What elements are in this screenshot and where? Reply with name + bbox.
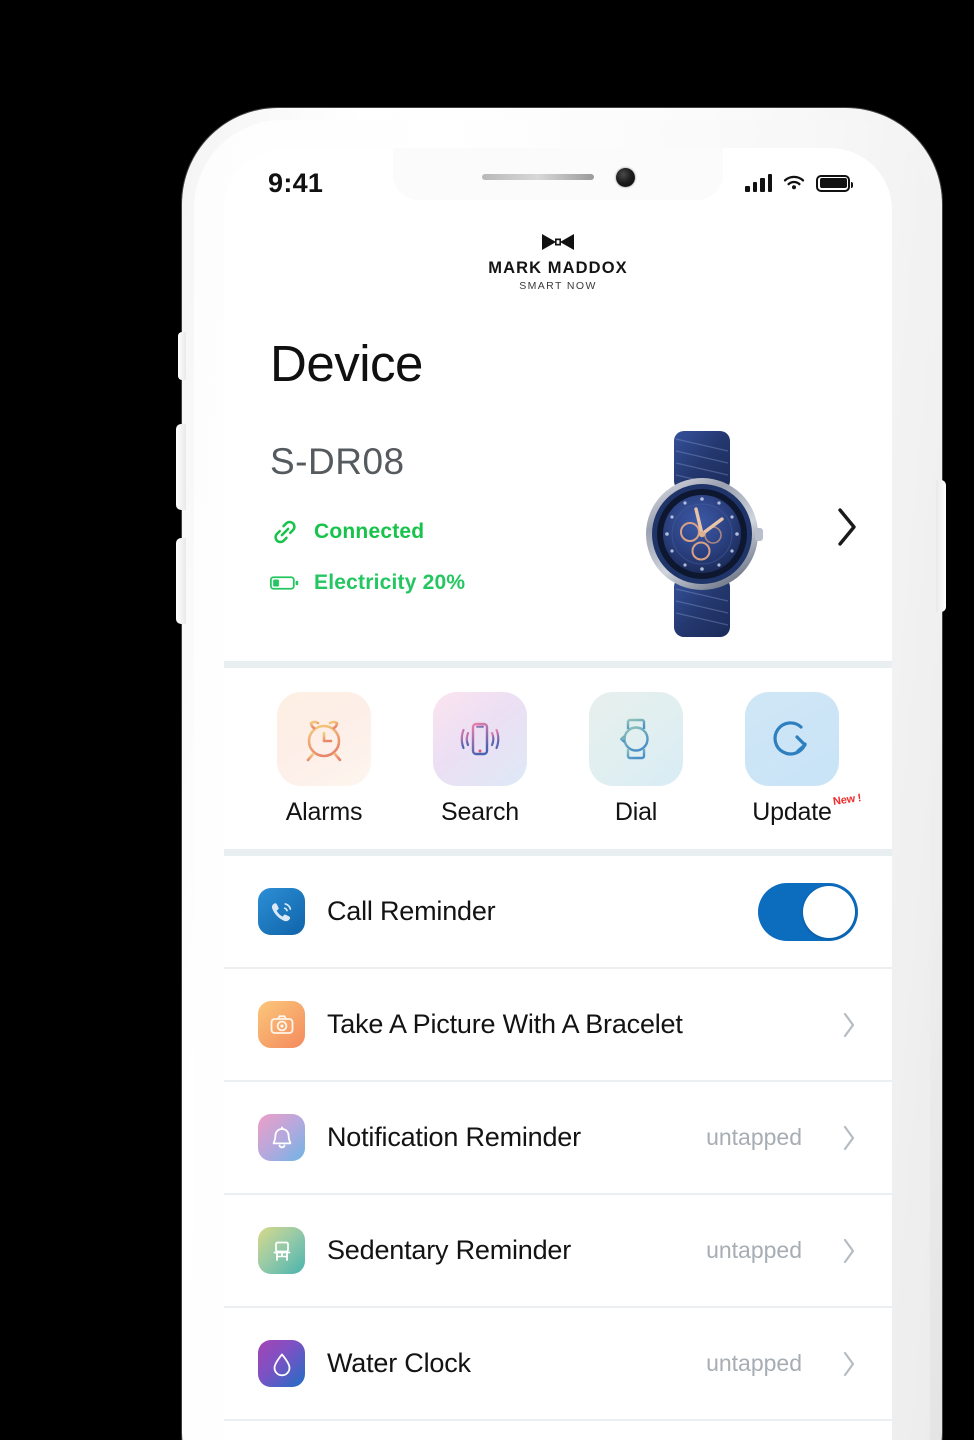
- mark-maddox-bowtie-logo: [542, 234, 574, 250]
- silent-switch-button[interactable]: [178, 332, 186, 380]
- chevron-right-icon[interactable]: [840, 1236, 858, 1266]
- alarm-clock-icon: [306, 720, 342, 762]
- table-row[interactable]: Sedentary Reminder untapped: [224, 1195, 892, 1308]
- refresh-arrow-icon: [773, 721, 807, 756]
- brand-tagline: SMART NOW: [519, 280, 597, 292]
- search-tile: [433, 692, 527, 786]
- battery-icon: [270, 576, 299, 590]
- row-label: Call Reminder: [327, 896, 496, 926]
- table-row[interactable]: Call Reminder: [224, 856, 892, 969]
- device-card[interactable]: S-DR08 Connected Electricity 20%: [224, 393, 892, 661]
- status-indicators: [745, 174, 853, 192]
- device-meta: Connected Electricity 20%: [270, 517, 892, 595]
- camera-icon: [258, 1001, 305, 1048]
- quick-action-search[interactable]: Search: [410, 692, 550, 827]
- quick-action-update[interactable]: Update New !: [722, 692, 862, 827]
- quick-action-alarms[interactable]: Alarms: [254, 692, 394, 827]
- water-drop-icon: [258, 1340, 305, 1387]
- table-row[interactable]: Notification Reminder untapped: [224, 1082, 892, 1195]
- device-name: S-DR08: [270, 441, 405, 482]
- row-label: Sedentary Reminder: [327, 1235, 572, 1265]
- screenshot-root: 9:41 MARK MADDOX SMART NOW Device S-DR08…: [0, 0, 974, 1440]
- brand-name: MARK MADDOX: [488, 259, 628, 277]
- table-row[interactable]: Take A Picture With A Bracelet: [224, 969, 892, 1082]
- quick-action-dial[interactable]: Dial: [566, 692, 706, 827]
- quick-action-label: Update New !: [752, 792, 862, 827]
- signal-bars-icon: [745, 174, 772, 192]
- table-row[interactable]: Water Clock untapped: [224, 1308, 892, 1421]
- status-clock: 9:41: [268, 167, 324, 198]
- row-label: Water Clock: [327, 1348, 471, 1378]
- quick-action-label-text: Update: [752, 798, 832, 826]
- phone-ring-icon: [258, 888, 305, 935]
- chevron-right-icon[interactable]: [840, 1123, 858, 1153]
- brand-header: MARK MADDOX SMART NOW: [224, 210, 892, 298]
- volume-up-button[interactable]: [176, 424, 186, 510]
- battery-full-icon: [816, 174, 853, 192]
- watch-face-icon: [619, 718, 649, 760]
- quick-action-label: Search: [440, 798, 519, 826]
- quick-action-label: Alarms: [285, 798, 363, 826]
- connection-status-text: Connected: [314, 520, 425, 543]
- new-badge: New !: [832, 792, 863, 808]
- status-bar: 9:41: [224, 148, 892, 210]
- chevron-right-icon: [838, 508, 856, 546]
- wifi-icon: [783, 175, 805, 190]
- quick-actions-row: Alarms Search Dial Update New !: [224, 668, 892, 849]
- row-value: untapped: [706, 1124, 802, 1150]
- row-label: Notification Reminder: [327, 1122, 581, 1152]
- call-reminder-toggle[interactable]: [758, 882, 858, 941]
- quick-action-label: Dial: [614, 798, 658, 826]
- chair-icon: [258, 1227, 305, 1274]
- power-button[interactable]: [936, 480, 946, 612]
- battery-status-row: Electricity 20%: [270, 571, 892, 595]
- dial-tile: [589, 692, 683, 786]
- phone-screen: 9:41 MARK MADDOX SMART NOW Device S-DR08…: [224, 148, 892, 1440]
- device-detail-chevron[interactable]: [834, 505, 860, 554]
- toggle-knob: [803, 885, 855, 938]
- chevron-right-icon[interactable]: [840, 1349, 858, 1379]
- chevron-right-icon[interactable]: [840, 1010, 858, 1040]
- phone-vibrate-icon: [460, 722, 500, 756]
- update-tile: [745, 692, 839, 786]
- section-divider: [224, 661, 892, 668]
- connection-status-row: Connected: [270, 517, 892, 547]
- volume-down-button[interactable]: [176, 538, 186, 624]
- row-label: Take A Picture With A Bracelet: [327, 1009, 683, 1039]
- row-value: untapped: [706, 1350, 802, 1376]
- page-title: Device: [270, 335, 423, 392]
- link-icon: [274, 520, 296, 544]
- watch-product-image: [612, 429, 792, 639]
- row-value: untapped: [706, 1237, 802, 1263]
- battery-status-text: Electricity 20%: [314, 571, 466, 594]
- settings-list: Call Reminder Take A Picture With A Brac…: [224, 849, 892, 1421]
- bell-icon: [258, 1114, 305, 1161]
- alarms-tile: [277, 692, 371, 786]
